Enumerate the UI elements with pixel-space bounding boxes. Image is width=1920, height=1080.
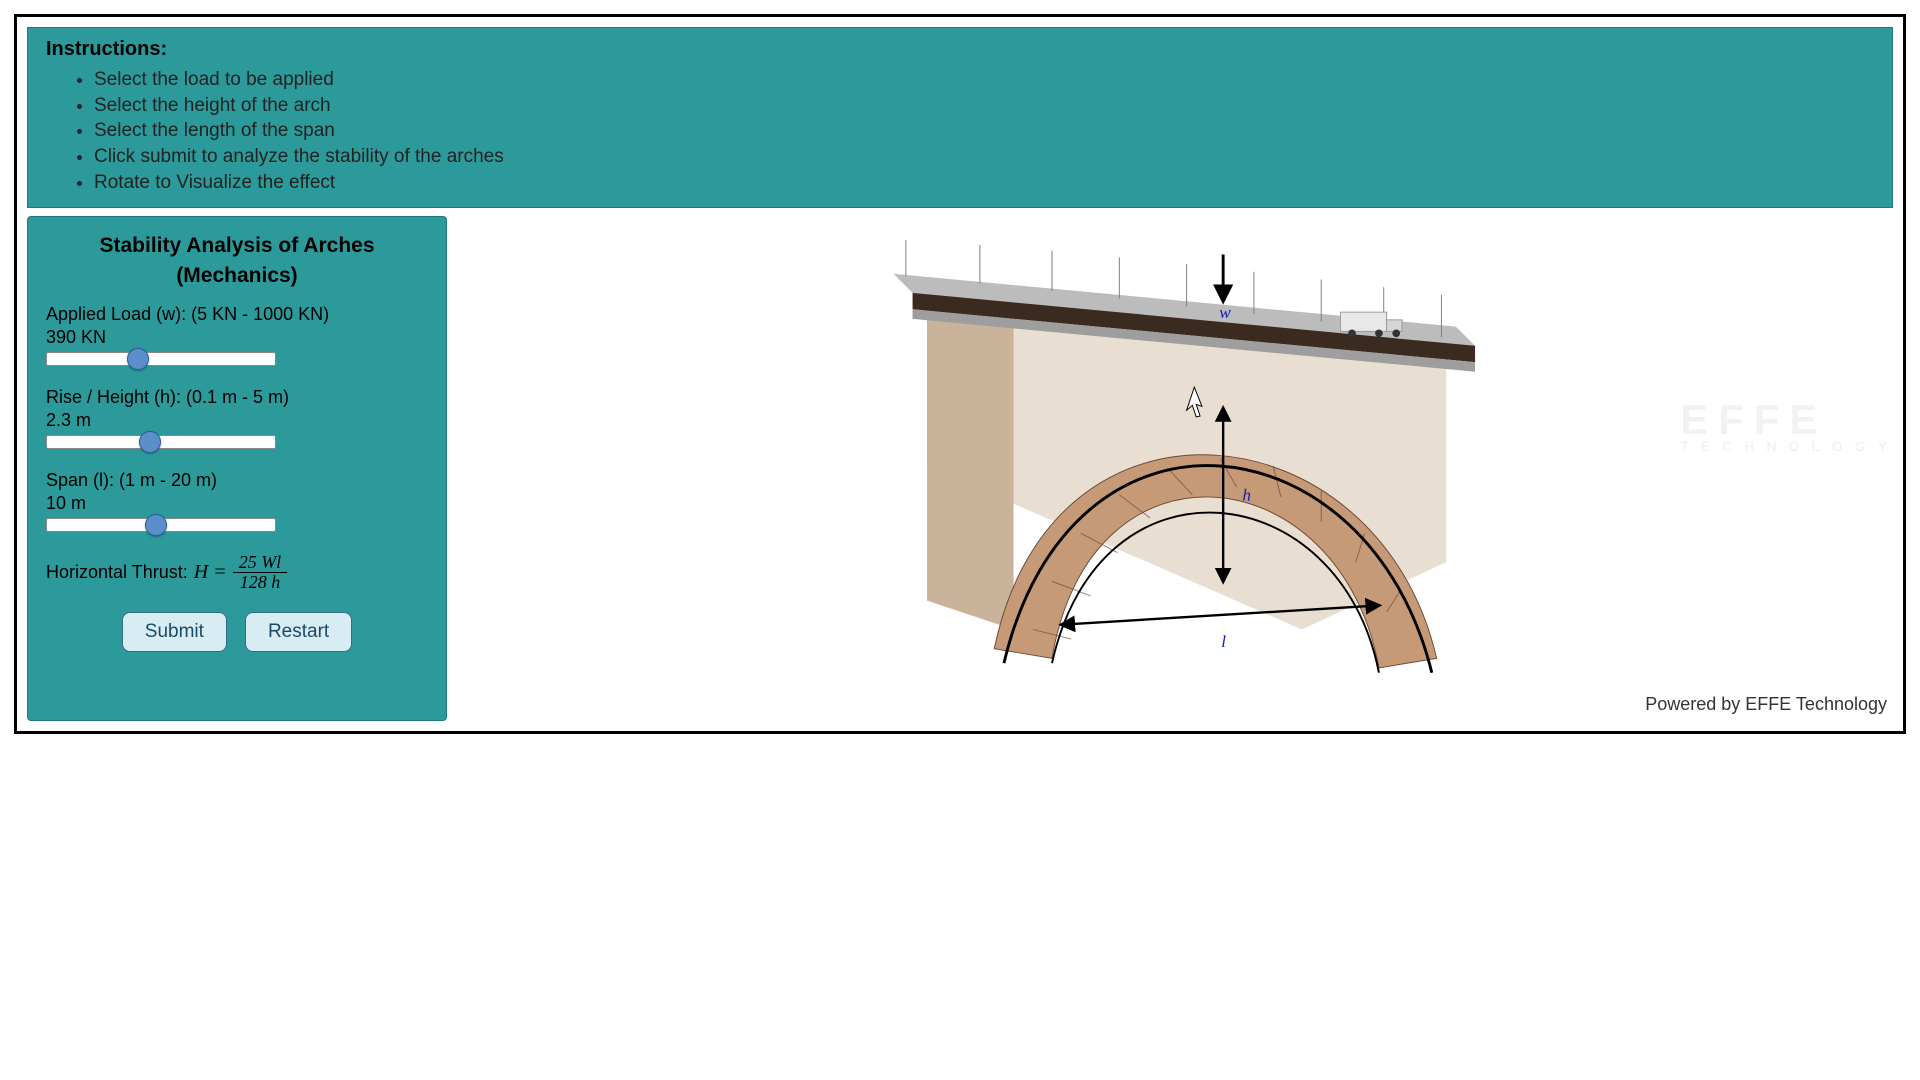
controls-panel: Stability Analysis of Arches (Mechanics)…	[27, 216, 447, 721]
instruction-item: Select the length of the span	[94, 118, 1874, 144]
instruction-item: Rotate to Visualize the effect	[94, 170, 1874, 196]
param-height: Rise / Height (h): (0.1 m - 5 m) 2.3 m	[46, 387, 428, 454]
arch-diagram[interactable]: w h l	[461, 216, 1893, 716]
param-load: Applied Load (w): (5 KN - 1000 KN) 390 K…	[46, 304, 428, 371]
label-w: w	[1219, 303, 1231, 322]
span-value: 10 m	[46, 493, 428, 514]
restart-button[interactable]: Restart	[245, 612, 352, 652]
visualization-panel[interactable]: EFFE TECHNOLOGY	[461, 216, 1893, 721]
formula-row: Horizontal Thrust: H = 25 Wl 128 h	[46, 553, 428, 592]
instruction-item: Select the load to be applied	[94, 67, 1874, 93]
instructions-title: Instructions:	[46, 38, 1874, 61]
controls-title-line2: (Mechanics)	[176, 264, 297, 287]
label-l: l	[1221, 632, 1226, 651]
submit-button[interactable]: Submit	[122, 612, 227, 652]
controls-title: Stability Analysis of Arches (Mechanics)	[46, 231, 428, 290]
span-label: Span (l): (1 m - 20 m)	[46, 470, 428, 491]
formula-var: H =	[194, 561, 227, 584]
controls-title-line1: Stability Analysis of Arches	[99, 234, 374, 257]
instructions-list: Select the load to be applied Select the…	[46, 67, 1874, 195]
formula-denom: 128 h	[234, 573, 287, 592]
instructions-panel: Instructions: Select the load to be appl…	[27, 27, 1893, 208]
formula-lhs: Horizontal Thrust:	[46, 562, 188, 583]
load-slider[interactable]	[46, 352, 276, 366]
app-frame: Instructions: Select the load to be appl…	[14, 14, 1906, 734]
span-slider[interactable]	[46, 518, 276, 532]
height-value: 2.3 m	[46, 410, 428, 431]
powered-by-text: Powered by EFFE Technology	[1645, 694, 1887, 715]
buttons-row: Submit Restart	[46, 612, 428, 652]
height-label: Rise / Height (h): (0.1 m - 5 m)	[46, 387, 428, 408]
param-span: Span (l): (1 m - 20 m) 10 m	[46, 470, 428, 537]
formula-numer: 25 Wl	[233, 553, 288, 573]
instruction-item: Click submit to analyze the stability of…	[94, 144, 1874, 170]
content-row: Stability Analysis of Arches (Mechanics)…	[27, 216, 1893, 721]
height-slider[interactable]	[46, 435, 276, 449]
formula-fraction: 25 Wl 128 h	[233, 553, 288, 592]
instruction-item: Select the height of the arch	[94, 93, 1874, 119]
label-h: h	[1242, 486, 1251, 505]
load-label: Applied Load (w): (5 KN - 1000 KN)	[46, 304, 428, 325]
load-value: 390 KN	[46, 327, 428, 348]
